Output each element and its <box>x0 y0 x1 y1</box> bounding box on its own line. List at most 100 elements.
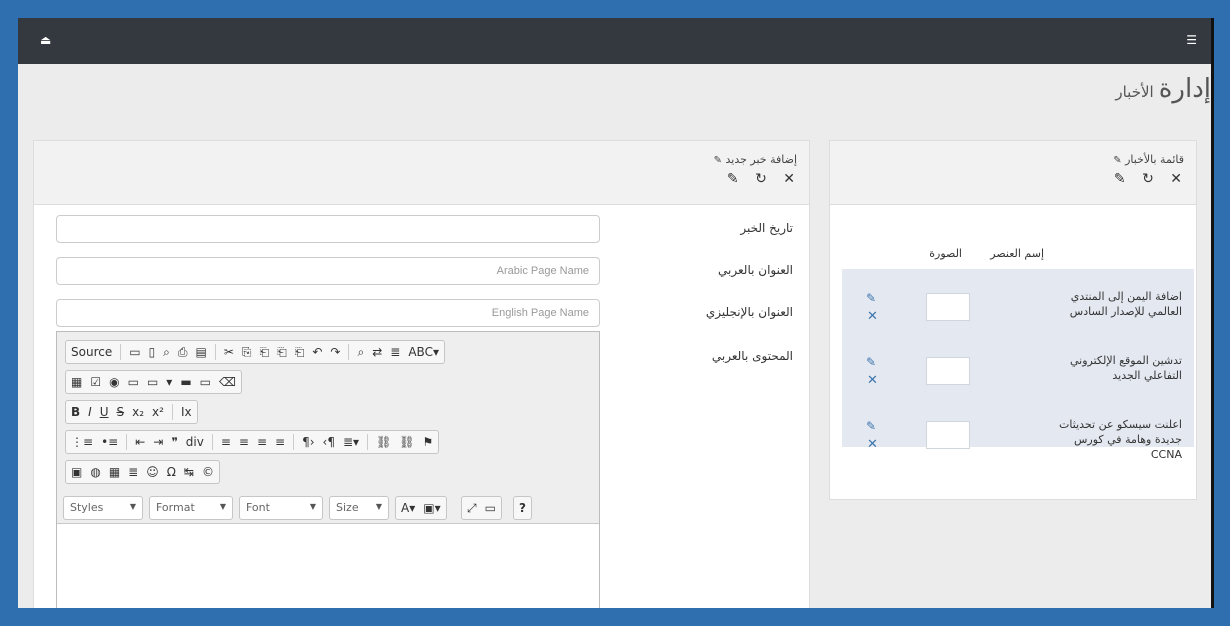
new-page-icon[interactable]: ▯ <box>149 345 156 359</box>
spellcheck-icon[interactable]: ABC▾ <box>408 345 439 359</box>
edit-icon[interactable]: ✎ <box>866 355 876 369</box>
date-input[interactable] <box>56 215 600 243</box>
remove-format-icon[interactable]: Ix <box>181 405 192 419</box>
chevron-down-icon: ▼ <box>219 502 226 511</box>
save-icon[interactable]: ▭ <box>129 345 140 359</box>
news-list-title: قائمة بالأخبار ✎ <box>1110 153 1184 166</box>
paste-icon[interactable]: ⎗ <box>260 345 270 360</box>
close-icon[interactable]: ✕ <box>783 171 795 187</box>
undo-icon[interactable]: ↶ <box>312 345 322 359</box>
wrench-icon[interactable]: ✎ <box>1114 171 1126 187</box>
replace-icon[interactable]: ⇄ <box>372 345 382 359</box>
font-dropdown[interactable]: Font ▼ <box>239 496 323 520</box>
refresh-icon[interactable]: ↻ <box>755 171 767 187</box>
align-left-icon[interactable]: ≡ <box>221 435 231 449</box>
redo-icon[interactable]: ↷ <box>330 345 340 359</box>
link-icon[interactable]: ⛓ <box>376 435 391 449</box>
column-header-name: إسم العنصر <box>990 247 1044 260</box>
edit-icon[interactable]: ✎ <box>866 419 876 433</box>
smiley-icon[interactable]: ☺ <box>146 465 159 479</box>
hidden-field-icon[interactable]: ⌫ <box>219 375 236 389</box>
select-all-icon[interactable]: ≣ <box>390 345 400 359</box>
add-news-header: إضافة خبر جديد ✎ ✕ ↻ ✎ <box>34 141 809 205</box>
delete-icon[interactable]: ✕ <box>867 309 878 324</box>
menu-icon[interactable]: ☰ <box>1186 33 1197 47</box>
help-icon[interactable]: ? <box>519 501 526 515</box>
justify-icon[interactable]: ≡ <box>275 435 285 449</box>
toolbar-row-3: B I U S x₂ x² Ix <box>65 400 198 424</box>
background-color-icon[interactable]: ▣▾ <box>423 501 440 515</box>
ltr-icon[interactable]: ¶› <box>302 435 314 449</box>
rtl-icon[interactable]: ‹¶ <box>323 435 335 449</box>
superscript-icon[interactable]: x² <box>152 405 164 419</box>
toolbar-separator <box>348 344 350 360</box>
div-icon[interactable]: div <box>186 435 204 449</box>
text-color-icon[interactable]: A▾ <box>401 501 415 515</box>
horizontal-line-icon[interactable]: ≣ <box>128 465 138 479</box>
size-dropdown[interactable]: Size ▼ <box>329 496 389 520</box>
close-icon[interactable]: ✕ <box>1170 171 1182 187</box>
indent-icon[interactable]: ⇥ <box>153 435 163 449</box>
page-break-icon[interactable]: ↹ <box>184 465 194 479</box>
paste-word-icon[interactable]: ⎗ <box>295 345 305 360</box>
select-field-icon[interactable]: ▾ <box>166 375 172 389</box>
format-dropdown[interactable]: Format ▼ <box>149 496 233 520</box>
iframe-icon[interactable]: © <box>202 465 214 479</box>
delete-icon[interactable]: ✕ <box>867 373 878 388</box>
image-button-icon[interactable]: ▭ <box>200 375 211 389</box>
unlink-icon[interactable]: ⛓ <box>399 435 414 449</box>
blockquote-icon[interactable]: ❞ <box>171 435 177 449</box>
english-title-input[interactable] <box>56 299 600 327</box>
language-icon[interactable]: ≣▾ <box>343 435 359 449</box>
toolbar-separator <box>120 344 122 360</box>
preview-icon[interactable]: ⌕ <box>163 345 170 360</box>
edit-icon[interactable]: ✎ <box>866 291 876 305</box>
editor-content-area[interactable] <box>57 525 599 608</box>
templates-icon[interactable]: ▤ <box>196 345 207 359</box>
numbered-list-icon[interactable]: ⋮≡ <box>71 435 93 449</box>
styles-dropdown[interactable]: Styles ▼ <box>63 496 143 520</box>
textfield-icon[interactable]: ▭ <box>128 375 139 389</box>
sign-out-icon[interactable]: ⏏ <box>40 33 51 47</box>
image-icon[interactable]: ▣ <box>71 465 82 479</box>
table-icon[interactable]: ▦ <box>109 465 120 479</box>
outdent-icon[interactable]: ⇤ <box>135 435 145 449</box>
radio-icon[interactable]: ◉ <box>109 375 119 389</box>
delete-icon[interactable]: ✕ <box>867 437 878 452</box>
strikethrough-icon[interactable]: S <box>117 405 125 419</box>
add-news-title: إضافة خبر جديد ✎ <box>711 153 797 166</box>
refresh-icon[interactable]: ↻ <box>1142 171 1154 187</box>
source-button[interactable]: Source <box>71 345 112 359</box>
print-icon[interactable]: ⎙ <box>178 345 188 360</box>
anchor-flag-icon[interactable]: ⚑ <box>423 435 434 449</box>
checkbox-icon[interactable]: ☑ <box>90 375 101 389</box>
cut-icon[interactable]: ✂ <box>224 345 234 359</box>
toolbar-separator <box>211 434 213 450</box>
underline-icon[interactable]: U <box>100 405 109 419</box>
special-char-icon[interactable]: Ω <box>167 465 176 479</box>
arabic-title-input[interactable] <box>56 257 600 285</box>
bullet-list-icon[interactable]: •≡ <box>101 435 118 449</box>
page-title-main: إدارة <box>1158 74 1211 104</box>
maximize-icon[interactable]: ⤢ <box>467 501 477 516</box>
align-center-icon[interactable]: ≡ <box>239 435 249 449</box>
find-icon[interactable]: ⌕ <box>357 345 364 360</box>
copy-icon[interactable]: ⎘ <box>242 345 252 360</box>
news-list-header: قائمة بالأخبار ✎ ✕ ↻ ✎ <box>830 141 1196 205</box>
paste-text-icon[interactable]: ⎗ <box>277 345 287 360</box>
help-tools: ? <box>513 496 532 520</box>
show-blocks-icon[interactable]: ▭ <box>485 501 496 515</box>
image-thumb-icon <box>926 357 970 385</box>
align-right-icon[interactable]: ≡ <box>257 435 267 449</box>
bold-icon[interactable]: B <box>71 405 80 419</box>
page-title: إدارة الأخبار <box>1109 74 1211 104</box>
subscript-icon[interactable]: x₂ <box>132 405 144 419</box>
arabic-content-label: المحتوى بالعربي <box>711 349 793 363</box>
rich-text-editor[interactable]: Source ▭ ▯ ⌕ ⎙ ▤ ✂ ⎘ ⎗ ⎗ ⎗ ↶ ↷ ⌕ ⇄ ≣ ABC… <box>56 331 600 608</box>
button-icon[interactable]: ▬ <box>180 375 191 389</box>
textarea-icon[interactable]: ▭ <box>147 375 158 389</box>
form-icon[interactable]: ▦ <box>71 375 82 389</box>
flash-icon[interactable]: ◍ <box>90 465 100 479</box>
italic-icon[interactable]: I <box>88 405 92 419</box>
wrench-icon[interactable]: ✎ <box>727 171 739 187</box>
